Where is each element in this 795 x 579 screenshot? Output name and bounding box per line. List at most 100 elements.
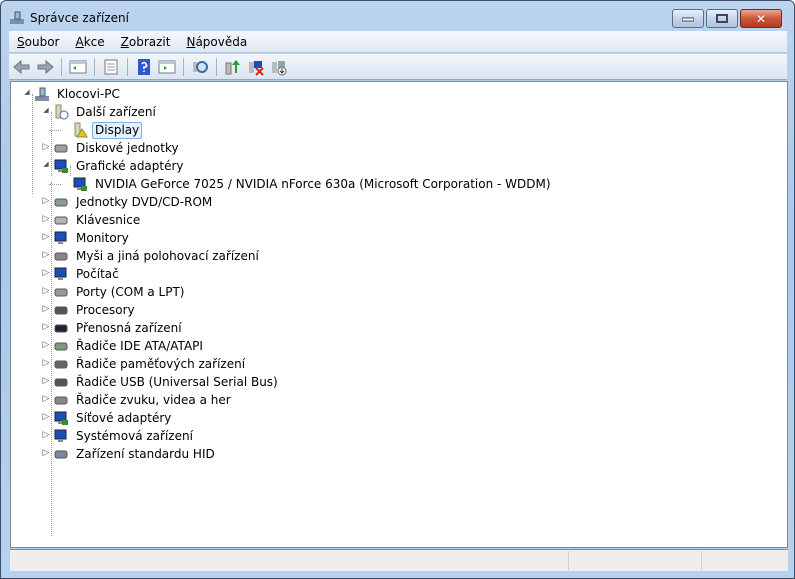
expand-arrow-icon[interactable]: ▷ (42, 322, 50, 332)
tree-item-label: Zařízení standardu HID (76, 446, 215, 461)
expand-arrow-icon[interactable]: ▷ (42, 250, 50, 260)
expand-arrow-icon[interactable]: ▷ (42, 286, 50, 296)
tree-item[interactable]: NVIDIA GeForce 7025 / NVIDIA nForce 630a… (72, 175, 554, 193)
forward-button[interactable] (35, 57, 55, 77)
help-icon (138, 58, 150, 75)
update-driver-button[interactable] (223, 57, 243, 77)
tree-item[interactable]: Řadiče paměťových zařízení (53, 355, 248, 373)
show-action-pane-button[interactable] (157, 57, 177, 77)
tree-item[interactable]: Procesory (53, 301, 138, 319)
tree-item-label: Síťové adaptéry (76, 410, 172, 425)
menu-soubor[interactable]: Soubor (9, 35, 67, 49)
tree-item-label: Přenosná zařízení (76, 320, 182, 335)
minimize-button[interactable] (672, 9, 704, 28)
portable-device-icon (54, 324, 68, 333)
computer-icon (54, 267, 67, 280)
processor-icon (54, 306, 68, 315)
tree-item-label: Myši a jiná polohovací zařízení (76, 248, 259, 263)
uninstall-device-icon (272, 60, 287, 75)
device-tree[interactable]: ◢ Klocovi-PC ◢ Další zařízení Display ▷ Di… (10, 81, 788, 548)
maximize-button[interactable] (706, 9, 738, 28)
status-bar (10, 549, 788, 571)
uninstall-device-button[interactable] (269, 57, 289, 77)
tree-item[interactable]: Zařízení standardu HID (53, 445, 218, 463)
hid-device-icon (54, 450, 68, 459)
tree-item[interactable]: Řadiče zvuku, videa a her (53, 391, 234, 409)
warning-device-icon (74, 122, 88, 138)
expand-arrow-icon[interactable]: ▷ (42, 196, 50, 206)
storage-controller-icon (54, 360, 68, 369)
tree-root[interactable]: Klocovi-PC (34, 85, 123, 103)
collapse-arrow-icon[interactable]: ◢ (23, 88, 31, 96)
expand-arrow-icon[interactable]: ▷ (42, 430, 50, 440)
tree-item[interactable]: Klávesnice (53, 211, 143, 229)
update-driver-icon (225, 59, 240, 74)
expand-arrow-icon[interactable]: ▷ (42, 448, 50, 458)
system-device-icon (54, 429, 67, 442)
disable-device-button[interactable] (246, 57, 266, 77)
scan-hardware-changes-button[interactable] (190, 57, 210, 77)
speaker-icon (54, 396, 68, 405)
show-hide-console-tree-icon (69, 60, 87, 73)
ide-controller-icon (54, 342, 68, 351)
status-divider (568, 551, 569, 570)
dvd-drive-icon (54, 198, 68, 207)
display-adapter-icon (73, 177, 87, 191)
expand-arrow-icon[interactable]: ▷ (42, 394, 50, 404)
tree-item-label: Porty (COM a LPT) (76, 284, 185, 299)
tree-item[interactable]: Přenosná zařízení (53, 319, 185, 337)
help-button[interactable] (134, 57, 154, 77)
keyboard-icon (54, 216, 68, 225)
close-button[interactable]: ✕ (740, 9, 782, 28)
maximize-icon (716, 14, 728, 23)
tree-item-label: Procesory (76, 302, 135, 317)
tree-connector (51, 182, 52, 536)
expand-arrow-icon[interactable]: ▷ (42, 304, 50, 314)
collapse-arrow-icon[interactable]: ◢ (42, 160, 50, 168)
tree-item-label: Systémová zařízení (76, 428, 193, 443)
tree-item[interactable]: Diskové jednotky (53, 139, 182, 157)
menu-napoveda[interactable]: Nápověda (178, 35, 255, 49)
menu-bar: Soubor Akce Zobrazit Nápověda (9, 31, 787, 53)
tree-item-label: Jednotky DVD/CD-ROM (76, 194, 213, 209)
tree-item[interactable]: Porty (COM a LPT) (53, 283, 187, 301)
back-icon (13, 59, 30, 74)
disable-device-icon (249, 60, 264, 76)
tree-item[interactable]: Display (72, 121, 143, 139)
expand-arrow-icon[interactable]: ▷ (42, 268, 50, 278)
toolbar-separator (183, 57, 184, 76)
tree-item-label: NVIDIA GeForce 7025 / NVIDIA nForce 630a… (95, 176, 551, 191)
collapse-arrow-icon[interactable]: ◢ (42, 106, 50, 114)
tree-item-label: Počítač (76, 266, 119, 281)
tree-item[interactable]: Řadiče USB (Universal Serial Bus) (53, 373, 281, 391)
tree-item[interactable]: Řadiče IDE ATA/ATAPI (53, 337, 206, 355)
tree-item[interactable]: Monitory (53, 229, 132, 247)
tree-item[interactable]: Systémová zařízení (53, 427, 196, 445)
tree-item[interactable]: Myši a jiná polohovací zařízení (53, 247, 262, 265)
tree-item[interactable]: Další zařízení (53, 103, 159, 121)
tree-item-label: Řadiče zvuku, videa a her (76, 392, 231, 407)
expand-arrow-icon[interactable]: ▷ (42, 232, 50, 242)
show-hide-console-tree-button[interactable] (68, 57, 88, 77)
expand-arrow-icon[interactable]: ▷ (42, 358, 50, 368)
tree-item[interactable]: Síťové adaptéry (53, 409, 174, 427)
expand-arrow-icon[interactable]: ▷ (42, 412, 50, 422)
menu-akce[interactable]: Akce (67, 35, 112, 49)
expand-arrow-icon[interactable]: ▷ (42, 142, 50, 152)
expand-arrow-icon[interactable]: ▷ (42, 214, 50, 224)
minimize-icon (682, 17, 694, 21)
tree-item[interactable]: Počítač (53, 265, 122, 283)
expand-arrow-icon[interactable]: ▷ (42, 376, 50, 386)
expand-arrow-icon[interactable]: ▷ (42, 340, 50, 350)
forward-icon (37, 59, 54, 74)
tree-item[interactable]: Jednotky DVD/CD-ROM (53, 193, 215, 211)
tree-item[interactable]: Grafické adaptéry (53, 157, 187, 175)
back-button[interactable] (12, 57, 32, 77)
tree-item-label: Další zařízení (76, 104, 156, 119)
status-divider (701, 551, 702, 570)
tree-item-label: Monitory (76, 230, 129, 245)
menu-zobrazit[interactable]: Zobrazit (113, 35, 179, 49)
tree-item-label: Diskové jednotky (76, 140, 179, 155)
display-adapter-icon (54, 159, 68, 173)
properties-button[interactable] (101, 57, 121, 77)
